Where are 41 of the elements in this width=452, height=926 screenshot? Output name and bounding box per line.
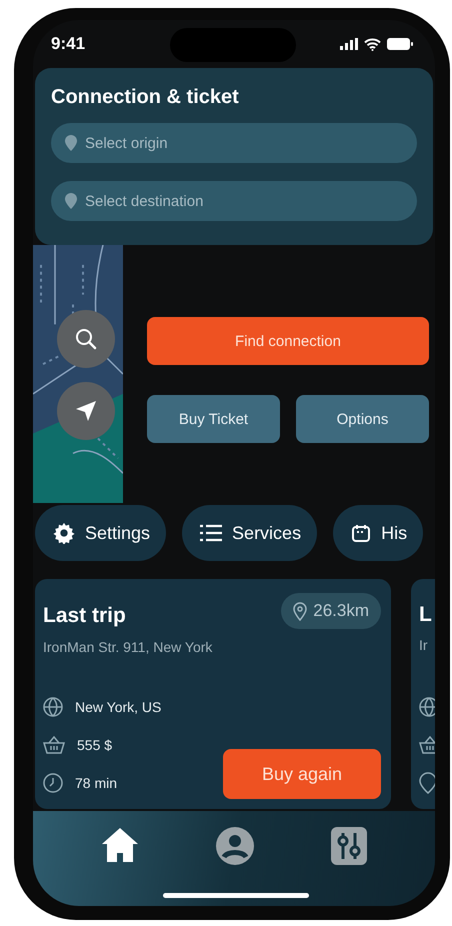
clock-icon <box>43 773 63 793</box>
basket-icon <box>419 736 435 754</box>
distance-text: 26.3km <box>313 601 369 621</box>
action-button[interactable]: Buy Ticket <box>147 395 280 443</box>
pin-icon <box>65 193 77 209</box>
basket-icon <box>43 736 65 754</box>
globe-icon <box>419 697 435 717</box>
trip-title: Last trip <box>43 604 126 628</box>
pin-icon <box>65 135 77 151</box>
globe-icon <box>43 697 63 717</box>
battery-icon <box>387 38 413 50</box>
nav-tab[interactable] <box>216 827 254 868</box>
trip-detail: 78 min <box>75 775 118 791</box>
find-connection-button[interactable]: Find connection <box>147 317 429 365</box>
gear-icon <box>53 522 75 544</box>
trip-address: Ir <box>419 637 429 653</box>
buy-again-button[interactable]: Buy again <box>223 749 381 799</box>
pin-icon <box>419 772 435 794</box>
trip-detail: New York, US <box>75 699 162 715</box>
wifi-icon <box>364 38 381 50</box>
category-chip[interactable]: His <box>333 505 424 561</box>
home-icon <box>101 827 140 863</box>
profile-icon <box>216 827 254 865</box>
location-field[interactable]: Select origin <box>51 123 417 163</box>
location-field[interactable]: Select destination <box>51 181 417 221</box>
card-title: Connection & ticket <box>51 86 240 109</box>
category-chip[interactable]: Settings <box>35 505 166 561</box>
category-chip[interactable]: Services <box>182 505 318 561</box>
search-icon <box>74 327 98 351</box>
status-time: 9:41 <box>51 34 86 54</box>
signal-icon <box>340 38 358 50</box>
trip-detail: 555 $ <box>77 737 112 753</box>
trip-address: IronMan Str. 911, New York <box>43 639 214 655</box>
navigation-arrow-icon <box>74 399 98 423</box>
nav-tab[interactable] <box>330 827 367 868</box>
pin-icon <box>293 602 308 620</box>
action-button[interactable]: Options <box>296 395 429 443</box>
trip-title: L <box>419 603 432 627</box>
sliders-icon <box>330 827 367 865</box>
calendar-icon <box>351 523 372 543</box>
list-icon <box>200 524 222 542</box>
